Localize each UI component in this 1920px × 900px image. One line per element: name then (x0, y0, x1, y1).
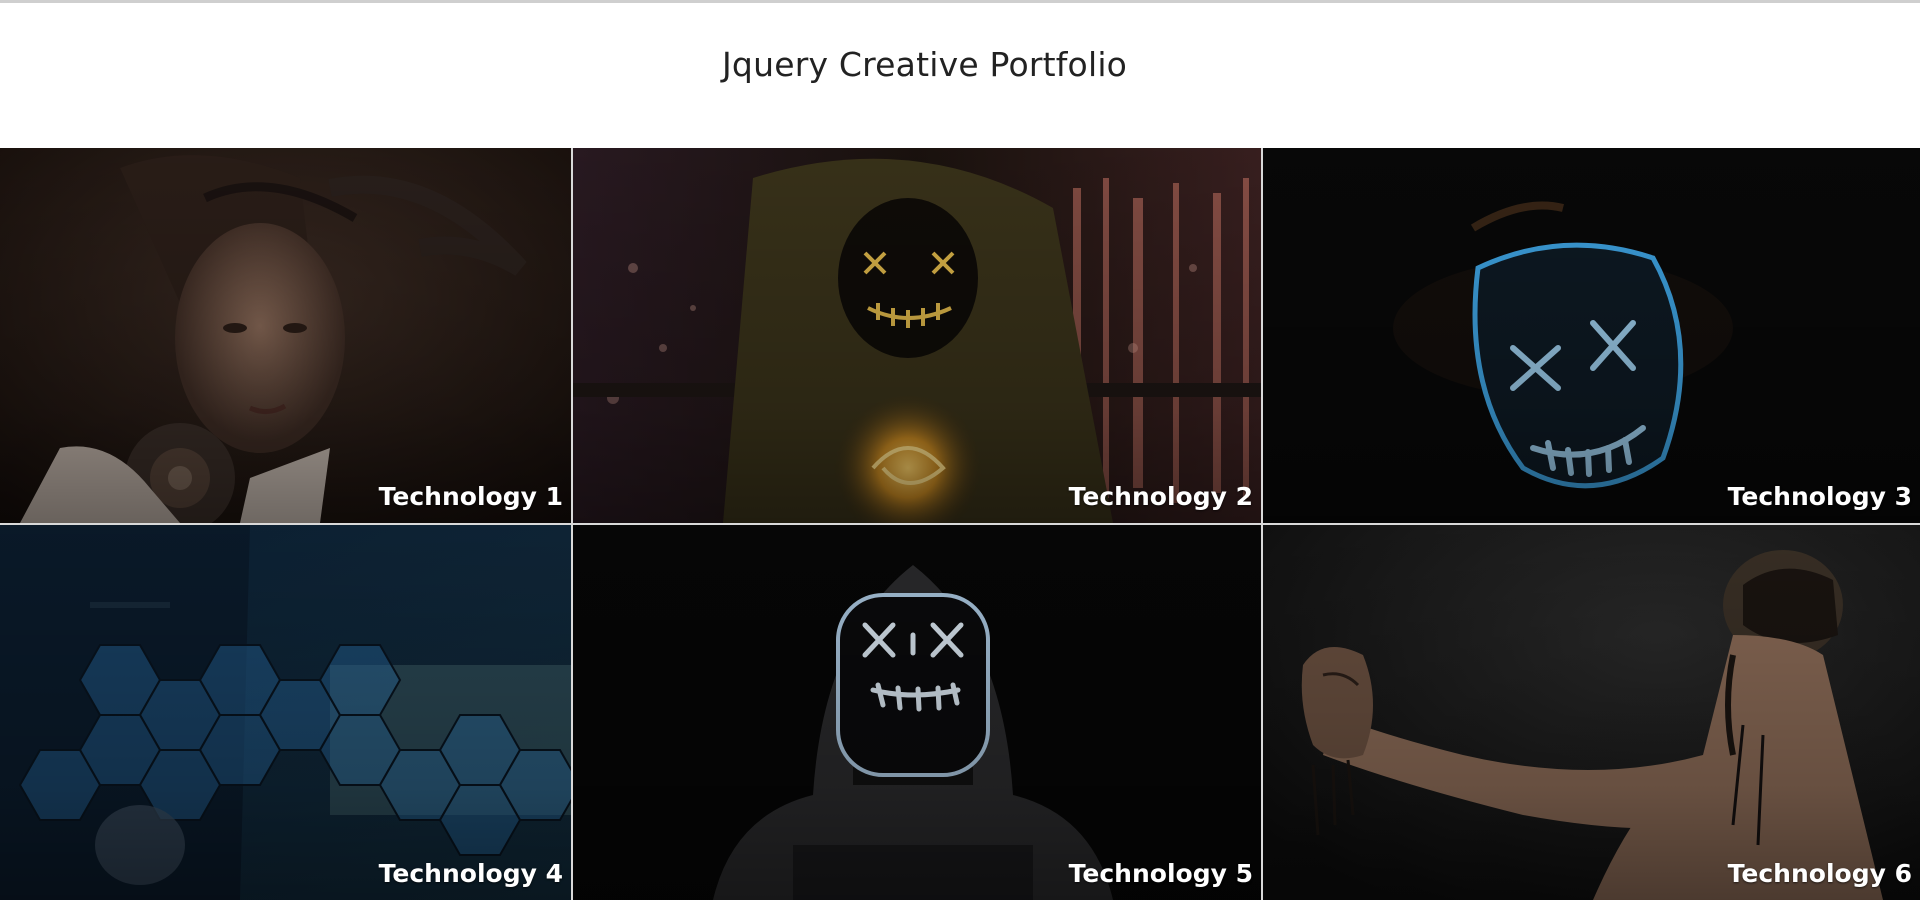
tile-caption: Technology 2 (1068, 482, 1253, 511)
page-title: Jquery Creative Portfolio (722, 45, 1128, 84)
portfolio-item-6[interactable]: Technology 6 (1263, 525, 1920, 900)
tile-caption: Technology 6 (1727, 859, 1912, 888)
portfolio-item-2[interactable]: Technology 2 (573, 148, 1261, 523)
tile-overlay (0, 148, 571, 523)
tile-caption: Technology 4 (378, 859, 563, 888)
tile-caption: Technology 1 (378, 482, 563, 511)
tile-overlay (573, 148, 1261, 523)
tile-caption: Technology 5 (1068, 859, 1253, 888)
portfolio-grid: Technology 1 Technology 2 Technology 3 T… (0, 148, 1920, 900)
tile-overlay (0, 525, 571, 900)
tile-overlay (1263, 148, 1920, 523)
portfolio-item-3[interactable]: Technology 3 (1263, 148, 1920, 523)
tile-caption: Technology 3 (1727, 482, 1912, 511)
page-header: Jquery Creative Portfolio (0, 3, 1920, 148)
portfolio-item-1[interactable]: Technology 1 (0, 148, 571, 523)
portfolio-item-4[interactable]: Technology 4 (0, 525, 571, 900)
portfolio-item-5[interactable]: Technology 5 (573, 525, 1261, 900)
tile-overlay (1263, 525, 1920, 900)
tile-overlay (573, 525, 1261, 900)
